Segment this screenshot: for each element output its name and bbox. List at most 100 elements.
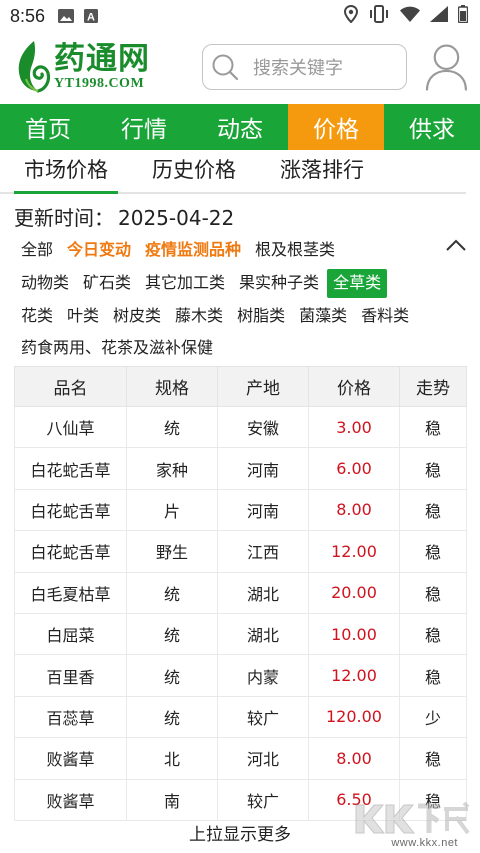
status-time: 8:56 (10, 5, 46, 26)
cell-origin: 安徽 (217, 405, 309, 449)
cell-origin: 江西 (217, 530, 309, 573)
cell-origin: 较广 (217, 778, 309, 821)
category-spice[interactable]: 香料类 (355, 302, 415, 331)
logo-name: 药通网 (54, 40, 150, 77)
cell-spec: 北 (126, 737, 218, 780)
price-table: 品名 规格 产地 价格 走势 八仙草统安徽 3.00 稳白花蛇舌草 家种 河南 6.00 稳… (14, 366, 467, 821)
watermark-site: www.kkx.net (391, 837, 458, 849)
site-logo[interactable]: 药通网 YT1998.COM (12, 39, 168, 95)
logo-domain: YT1998.COM (54, 75, 145, 91)
cell-price: 6.00 (308, 447, 400, 490)
category-today-changes[interactable]: 今日变动 (61, 236, 137, 265)
user-avatar-icon[interactable] (425, 42, 468, 92)
cell-trend: 稳 (399, 571, 467, 614)
category-fruit-seed[interactable]: 果实种子类 (233, 269, 325, 298)
update-time: 更新时间： 2025-04-22 (0, 194, 480, 230)
location-icon (343, 4, 359, 28)
nav-market[interactable]: 行情 (96, 104, 192, 150)
nav-supply[interactable]: 供求 (384, 104, 480, 150)
table-row[interactable]: 白花蛇舌草 野生 江西 12.00 稳 (14, 530, 467, 573)
cell-price: 10.00 (308, 612, 400, 656)
table-row[interactable]: 白花蛇舌草片河南 8.00 稳 (14, 488, 467, 532)
search-input[interactable]: 搜索关键字 (202, 44, 408, 90)
table-row[interactable]: 八仙草统安徽 3.00 稳 (14, 405, 467, 449)
cell-spec: 片 (126, 488, 218, 532)
app-header: 药通网 YT1998.COM 搜索关键字 (0, 32, 480, 102)
table-row[interactable]: 败酱草北河北 8.00 稳 (14, 737, 467, 780)
main-nav: 首页 行情 动态 价格 供求 (0, 104, 480, 150)
cell-name: 白花蛇舌草 (14, 530, 127, 573)
cell-origin: 湖北 (217, 571, 309, 614)
table-header-row: 品名 规格 产地 价格 走势 (14, 366, 467, 407)
cell-origin: 内蒙 (217, 654, 309, 697)
category-all[interactable]: 全部 (15, 236, 59, 265)
cell-name: 白毛夏枯草 (14, 571, 127, 614)
category-bark[interactable]: 树皮类 (107, 302, 167, 331)
table-row[interactable]: 百里香统内蒙 12.00 稳 (14, 654, 467, 697)
cell-spec: 家种 (126, 447, 218, 490)
cell-spec: 野生 (126, 530, 218, 573)
column-header-spec: 规格 (126, 366, 218, 407)
cell-name: 白屈菜 (14, 612, 127, 656)
category-leaf[interactable]: 叶类 (61, 302, 105, 331)
cell-price: 12.00 (308, 530, 400, 573)
cell-price: 20.00 (308, 571, 400, 614)
table-row[interactable]: 白花蛇舌草 家种 河南 6.00 稳 (14, 447, 467, 490)
category-whole-herb[interactable]: 全草类 (327, 268, 388, 298)
cell-origin: 河南 (217, 447, 309, 490)
category-resin[interactable]: 树脂类 (231, 302, 291, 331)
cell-price: 8.00 (308, 737, 400, 780)
category-other-processed[interactable]: 其它加工类 (139, 269, 231, 298)
nav-home[interactable]: 首页 (0, 104, 96, 150)
svg-text:A: A (87, 12, 95, 24)
cell-trend: 少 (399, 695, 467, 739)
cell-trend: 稳 (399, 405, 467, 449)
image-icon (57, 8, 75, 24)
category-roots[interactable]: 根及根茎类 (249, 236, 341, 265)
price-table-container: 品名 规格 产地 价格 走势 八仙草统安徽 3.00 稳白花蛇舌草 家种 河南 6.00 稳… (14, 366, 467, 821)
cell-trend: 稳 (399, 447, 467, 490)
category-flower[interactable]: 花类 (15, 302, 59, 331)
cell-trend: 稳 (399, 737, 467, 780)
status-bar: 8:56 A (0, 0, 480, 32)
nav-price[interactable]: 价格 (288, 104, 384, 150)
cell-name: 白花蛇舌草 (14, 488, 127, 532)
category-fungi-algae[interactable]: 菌藻类 (293, 302, 353, 331)
category-food-medicine[interactable]: 药食两用、花茶及滋补保健 (15, 334, 219, 363)
category-animal[interactable]: 动物类 (15, 269, 75, 298)
cell-origin: 河北 (217, 737, 309, 780)
table-body: 八仙草统安徽 3.00 稳白花蛇舌草 家种 河南 6.00 稳白花蛇舌草片河南 8.00 稳白花… (14, 405, 467, 821)
cell-price: 120.00 (308, 695, 400, 739)
tab-history-price[interactable]: 历史价格 (142, 154, 246, 192)
cell-price: 3.00 (308, 405, 400, 449)
tab-change-ranking[interactable]: 涨落排行 (270, 154, 374, 192)
column-header-price: 价格 (308, 366, 400, 407)
table-row[interactable]: 百蕊草统较广 120.00 少 (14, 695, 467, 739)
cell-name: 百里香 (14, 654, 127, 697)
cell-trend: 稳 (399, 530, 467, 573)
table-row[interactable]: 白毛夏枯草统湖北 20.00 稳 (14, 571, 467, 614)
cell-name: 败酱草 (14, 737, 127, 780)
cell-price: 12.00 (308, 654, 400, 697)
table-row[interactable]: 白屈菜统湖北 10.00 稳 (14, 612, 467, 656)
cell-spec: 统 (126, 571, 218, 614)
price-subtabs: 市场价格 历史价格 涨落排行 (0, 150, 466, 194)
cell-name: 白花蛇舌草 (14, 447, 127, 490)
tab-market-price[interactable]: 市场价格 (14, 154, 118, 194)
cell-spec: 统 (126, 654, 218, 697)
cell-origin: 湖北 (217, 612, 309, 656)
column-header-origin: 产地 (217, 366, 309, 407)
chevron-up-icon[interactable] (444, 234, 468, 258)
battery-icon (457, 4, 469, 28)
category-mineral[interactable]: 矿石类 (77, 269, 137, 298)
watermark-logo: www.kkx.net (352, 797, 472, 849)
cell-origin: 河南 (217, 488, 309, 532)
nav-news[interactable]: 动态 (192, 104, 288, 150)
category-epidemic-monitoring[interactable]: 疫情监测品种 (139, 236, 247, 265)
category-vine-wood[interactable]: 藤木类 (169, 302, 229, 331)
cell-trend: 稳 (399, 654, 467, 697)
cell-trend: 稳 (399, 612, 467, 656)
cell-spec: 统 (126, 612, 218, 656)
wifi-icon (400, 6, 420, 27)
logo-leaf-icon (18, 41, 51, 93)
